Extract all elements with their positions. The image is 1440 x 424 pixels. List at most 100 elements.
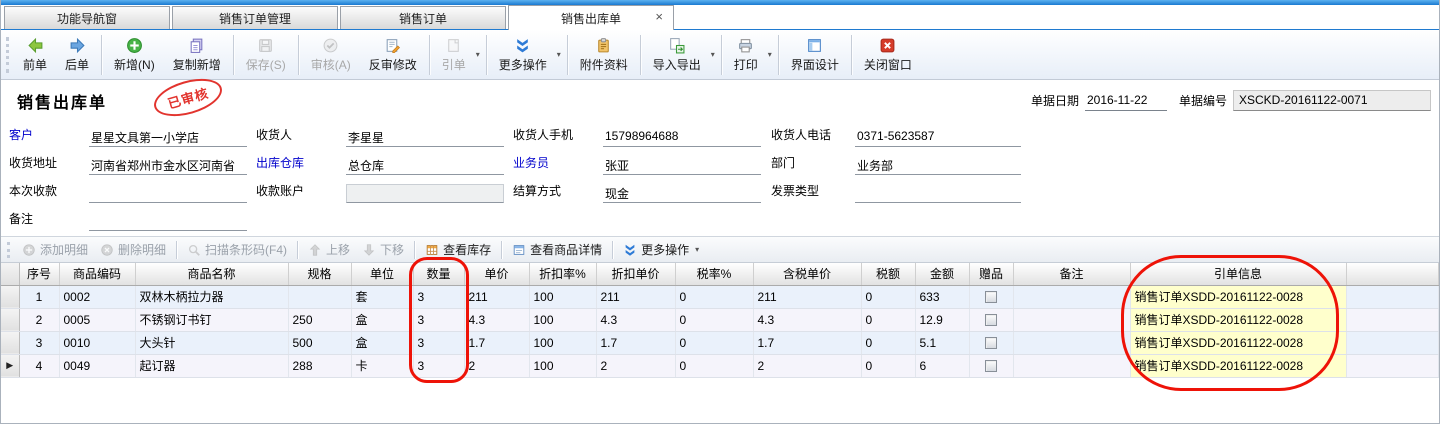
doc-number-field[interactable]: XSCKD-20161122-0071 (1233, 90, 1431, 111)
grid-cell[interactable]: 4.3 (464, 308, 529, 331)
grid-cell[interactable]: 2 (596, 354, 675, 377)
detail-button-view-product-details[interactable]: 查看商品详情 (506, 238, 608, 261)
toolbar-button-prev-doc[interactable]: 前单 (14, 33, 56, 77)
dropdown-arrow-icon[interactable]: ▾ (695, 245, 699, 254)
grid-cell[interactable]: 盒 (351, 331, 413, 354)
grid-cell[interactable]: 0005 (59, 308, 135, 331)
grid-cell[interactable]: 销售订单XSDD-20161122-0028 (1130, 308, 1346, 331)
grid-column-header[interactable]: 单价 (464, 263, 529, 285)
close-icon[interactable]: × (655, 10, 663, 23)
grid-cell[interactable]: 套 (351, 285, 413, 308)
form-field-value[interactable]: 总仓库 (346, 156, 504, 175)
grid-cell[interactable] (1013, 285, 1130, 308)
form-field-label[interactable]: 业务员 (513, 154, 603, 175)
grid-column-header[interactable]: 规格 (288, 263, 351, 285)
grid-column-header[interactable]: 税额 (861, 263, 915, 285)
grid-column-header[interactable]: 商品编码 (59, 263, 135, 285)
tab-nav-window[interactable]: 功能导航窗 (4, 6, 170, 29)
checkbox-icon[interactable] (985, 337, 997, 349)
checkbox-icon[interactable] (985, 360, 997, 372)
grid-cell[interactable]: 销售订单XSDD-20161122-0028 (1130, 354, 1346, 377)
grid-column-header[interactable]: 含税单价 (753, 263, 861, 285)
grid-cell[interactable]: 633 (915, 285, 969, 308)
checkbox-icon[interactable] (985, 314, 997, 326)
detail-button-more-detail-actions[interactable]: 更多操作 ▾ (617, 238, 705, 261)
gift-checkbox-cell[interactable] (969, 308, 1013, 331)
toolbar-button-next-doc[interactable]: 后单 (56, 33, 98, 77)
grid-cell[interactable]: 3 (413, 285, 464, 308)
grid-cell[interactable]: 卡 (351, 354, 413, 377)
toolbar-button-close-window[interactable]: 关闭窗口 (855, 33, 921, 77)
grid-cell[interactable] (288, 285, 351, 308)
grid-cell[interactable]: 100 (529, 308, 596, 331)
form-field-value[interactable]: 星星文具第一小学店 (89, 128, 247, 147)
toolbar-button-print[interactable]: 打印 ▾ (725, 33, 775, 77)
grid-cell[interactable]: 100 (529, 331, 596, 354)
grid-cell[interactable]: 211 (464, 285, 529, 308)
grid-cell[interactable]: 1.7 (596, 331, 675, 354)
grid-cell[interactable]: 100 (529, 354, 596, 377)
detail-toolbar-grip[interactable] (7, 242, 10, 258)
grid-column-header[interactable]: 序号 (19, 263, 59, 285)
grid-column-header[interactable]: 折扣率% (529, 263, 596, 285)
form-field-value[interactable] (346, 184, 504, 203)
dropdown-arrow-icon[interactable]: ▾ (768, 50, 772, 59)
toolbar-button-ui-design[interactable]: 界面设计 (782, 33, 848, 77)
grid-cell[interactable]: 0 (861, 308, 915, 331)
grid-cell[interactable]: 0 (861, 331, 915, 354)
grid-cell[interactable]: 2 (19, 308, 59, 331)
detail-button-scan-barcode[interactable]: 扫描条形码(F4) (181, 238, 293, 261)
toolbar-button-unaudit-edit[interactable]: 反审修改 (360, 33, 426, 77)
detail-button-move-down[interactable]: 下移 (356, 238, 410, 261)
grid-cell[interactable]: 销售订单XSDD-20161122-0028 (1130, 331, 1346, 354)
grid-cell[interactable]: 0010 (59, 331, 135, 354)
form-field-value[interactable]: 张亚 (603, 156, 761, 175)
grid-column-header[interactable]: 单位 (351, 263, 413, 285)
grid-cell[interactable]: 250 (288, 308, 351, 331)
gift-checkbox-cell[interactable] (969, 285, 1013, 308)
grid-cell[interactable] (1013, 331, 1130, 354)
form-field-label[interactable]: 客户 (9, 126, 89, 147)
grid-cell[interactable]: 4 (19, 354, 59, 377)
toolbar-button-import-export[interactable]: 导入导出 ▾ (644, 33, 718, 77)
grid-column-header[interactable]: 备注 (1013, 263, 1130, 285)
grid-cell[interactable]: 1 (19, 285, 59, 308)
grid-cell[interactable]: 3 (19, 331, 59, 354)
grid-cell[interactable]: 双林木柄拉力器 (135, 285, 288, 308)
grid-cell[interactable]: 0049 (59, 354, 135, 377)
grid-cell[interactable]: 盒 (351, 308, 413, 331)
form-field-value[interactable]: 15798964688 (603, 128, 761, 147)
tab-sales-order-mgmt[interactable]: 销售订单管理 (172, 6, 338, 29)
gift-checkbox-cell[interactable] (969, 331, 1013, 354)
grid-cell[interactable] (1013, 308, 1130, 331)
grid-cell[interactable]: 3 (413, 354, 464, 377)
grid-column-header[interactable]: 金额 (915, 263, 969, 285)
detail-button-move-up[interactable]: 上移 (302, 238, 356, 261)
toolbar-button-pull-doc[interactable]: 引单 ▾ (433, 33, 483, 77)
grid-cell[interactable]: 12.9 (915, 308, 969, 331)
grid-cell[interactable]: 1.7 (753, 331, 861, 354)
form-field-value[interactable]: 李星星 (346, 128, 504, 147)
grid-cell[interactable]: 2 (753, 354, 861, 377)
tab-sales-outbound[interactable]: 销售出库单 × (508, 5, 674, 30)
toolbar-button-save[interactable]: 保存(S) (237, 33, 295, 77)
grid-cell[interactable] (1013, 354, 1130, 377)
dropdown-arrow-icon[interactable]: ▾ (557, 50, 561, 59)
toolbar-button-audit[interactable]: 审核(A) (302, 33, 360, 77)
form-field-value[interactable] (89, 184, 247, 203)
grid-cell[interactable]: 4.3 (753, 308, 861, 331)
toolbar-button-attachments[interactable]: 附件资料 (571, 33, 637, 77)
form-field-value[interactable] (89, 212, 247, 231)
grid-cell[interactable]: 大头针 (135, 331, 288, 354)
grid-cell[interactable]: 500 (288, 331, 351, 354)
dropdown-arrow-icon[interactable]: ▾ (711, 50, 715, 59)
grid-cell[interactable]: 3 (413, 308, 464, 331)
detail-button-delete-detail[interactable]: 删除明细 (94, 238, 172, 261)
form-field-value[interactable]: 河南省郑州市金水区河南省 (89, 156, 247, 175)
grid-column-header[interactable]: 商品名称 (135, 263, 288, 285)
grid-cell[interactable]: 4.3 (596, 308, 675, 331)
toolbar-button-more-actions[interactable]: 更多操作 ▾ (490, 33, 564, 77)
grid-column-header[interactable]: 税率% (675, 263, 753, 285)
grid-cell[interactable]: 起订器 (135, 354, 288, 377)
grid-cell[interactable]: 0 (675, 354, 753, 377)
